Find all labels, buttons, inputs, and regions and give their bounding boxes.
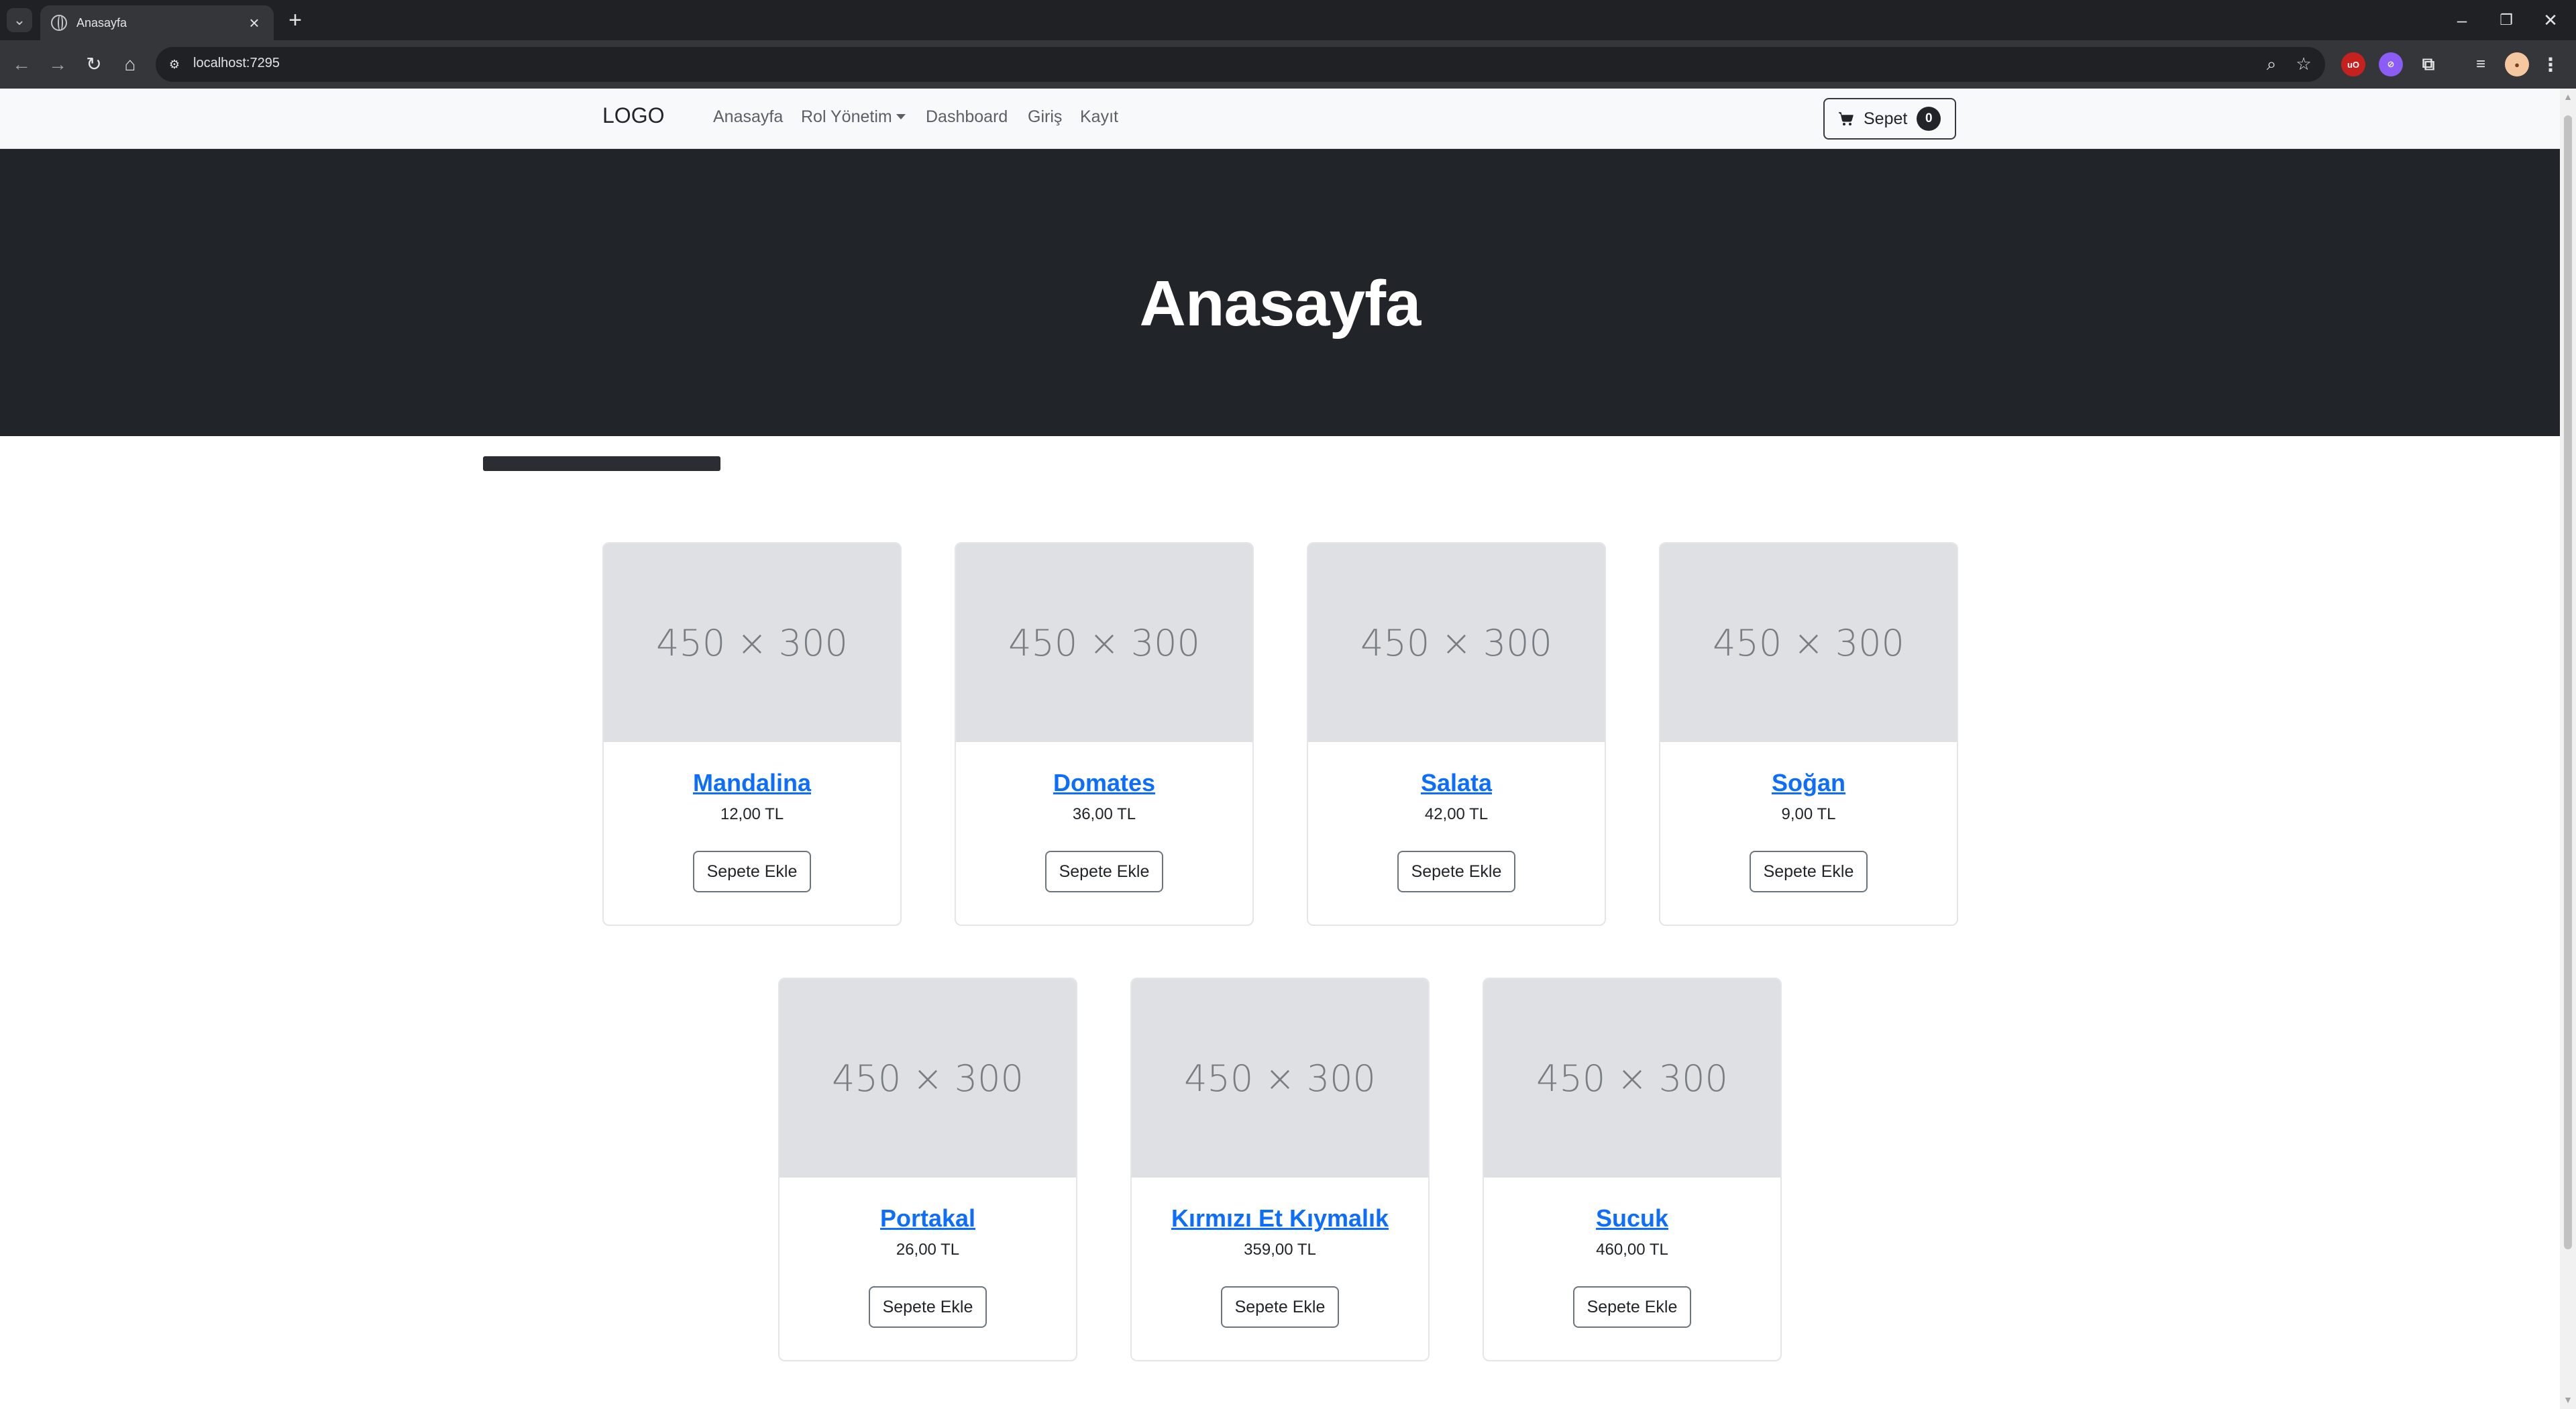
add-to-cart-button[interactable]: Sepete Ekle	[1573, 1286, 1691, 1328]
product-card: 450 × 300 Portakal 26,00 TL Sepete Ekle	[778, 978, 1077, 1361]
scroll-down-arrow-icon[interactable]: ▼	[2563, 1394, 2573, 1405]
nav-link-home[interactable]: Anasayfa	[713, 107, 783, 127]
add-to-cart-button[interactable]: Sepete Ekle	[1397, 851, 1515, 892]
add-to-cart-button[interactable]: Sepete Ekle	[869, 1286, 987, 1328]
back-arrow-icon[interactable]: ←	[8, 51, 35, 78]
add-to-cart-button[interactable]: Sepete Ekle	[1221, 1286, 1339, 1328]
kebab-menu-icon[interactable]: ⋮	[2538, 52, 2563, 76]
address-bar[interactable]: ⚙ localhost:7295 ⌕ ☆	[156, 47, 2325, 82]
bookmark-star-icon[interactable]: ☆	[2293, 54, 2314, 74]
home-icon[interactable]: ⌂	[117, 51, 144, 78]
product-title-link[interactable]: Mandalina	[604, 769, 900, 797]
cart-button[interactable]: Sepet 0	[1823, 98, 1956, 140]
forward-arrow-icon[interactable]: →	[44, 51, 71, 78]
product-image-placeholder: 450 × 300	[1660, 543, 1957, 742]
product-title-link[interactable]: Sucuk	[1484, 1204, 1780, 1233]
product-title-link[interactable]: Portakal	[780, 1204, 1076, 1233]
tab-search-chevron-icon[interactable]: ⌄	[7, 8, 32, 32]
site-navbar: LOGO Anasayfa Rol Yönetim Dashboard Giri…	[0, 89, 2560, 149]
hero-section: Anasayfa	[0, 149, 2560, 471]
product-image-placeholder: 450 × 300	[956, 543, 1252, 742]
product-image-placeholder: 450 × 300	[1132, 979, 1428, 1178]
zoom-icon[interactable]: ⌕	[2261, 54, 2282, 75]
tab-title: Anasayfa	[76, 15, 127, 30]
scroll-up-arrow-icon[interactable]: ▲	[2563, 91, 2573, 102]
hero-faint-bar	[483, 456, 720, 471]
product-title-link[interactable]: Soğan	[1660, 769, 1957, 797]
product-card: 450 × 300 Mandalina 12,00 TL Sepete Ekle	[602, 542, 902, 926]
product-title-link[interactable]: Salata	[1308, 769, 1605, 797]
product-card: 450 × 300 Domates 36,00 TL Sepete Ekle	[955, 542, 1254, 926]
product-title-link[interactable]: Kırmızı Et Kıymalık	[1132, 1204, 1428, 1233]
product-image-placeholder: 450 × 300	[1484, 979, 1780, 1178]
product-image-placeholder: 450 × 300	[604, 543, 900, 742]
caret-down-icon	[896, 114, 906, 119]
product-card: 450 × 300 Salata 42,00 TL Sepete Ekle	[1307, 542, 1606, 926]
product-card: 450 × 300 Kırmızı Et Kıymalık 359,00 TL Sep…	[1130, 978, 1430, 1361]
nav-link-login[interactable]: Giriş	[1028, 107, 1062, 127]
extensions-puzzle-icon[interactable]: ⧉	[2416, 52, 2440, 76]
page-title: Anasayfa	[1139, 268, 1421, 340]
product-image-placeholder: 450 × 300	[1308, 543, 1605, 742]
site-info-icon[interactable]: ⚙	[165, 55, 184, 74]
nav-dropdown-roles-label: Rol Yönetim	[801, 107, 892, 126]
extension-icon[interactable]: ⊘	[2379, 52, 2403, 76]
add-to-cart-button[interactable]: Sepete Ekle	[693, 851, 811, 892]
product-card: 450 × 300 Sucuk 460,00 TL Sepete Ekle	[1483, 978, 1782, 1361]
reload-icon[interactable]: ↻	[80, 51, 107, 78]
product-image-placeholder: 450 × 300	[780, 979, 1076, 1178]
minimize-icon[interactable]: –	[2442, 4, 2482, 36]
product-price: 36,00 TL	[1072, 805, 1136, 823]
media-control-icon[interactable]: ≡	[2469, 52, 2493, 76]
add-to-cart-button[interactable]: Sepete Ekle	[1045, 851, 1163, 892]
browser-toolbar: ← → ↻ ⌂ ⚙ localhost:7295 ⌕ ☆ uO ⊘ ⧉ ≡ ● …	[0, 40, 2576, 89]
page-viewport: LOGO Anasayfa Rol Yönetim Dashboard Giri…	[0, 89, 2560, 1409]
nav-link-dashboard[interactable]: Dashboard	[926, 107, 1008, 127]
product-title-link[interactable]: Domates	[956, 769, 1252, 797]
product-price: 12,00 TL	[720, 805, 784, 823]
extension-ublock-icon[interactable]: uO	[2341, 52, 2365, 76]
globe-icon	[51, 15, 67, 31]
window-close-icon[interactable]: ✕	[2530, 4, 2571, 36]
product-card: 450 × 300 Soğan 9,00 TL Sepete Ekle	[1659, 542, 1958, 926]
product-price: 460,00 TL	[1596, 1241, 1668, 1259]
product-price: 359,00 TL	[1244, 1241, 1316, 1259]
restore-icon[interactable]: ❐	[2486, 4, 2526, 36]
page-scrollbar[interactable]: ▲ ▼	[2560, 89, 2576, 1409]
tab-close-icon[interactable]: ×	[244, 13, 264, 34]
new-tab-plus-icon[interactable]: +	[282, 7, 309, 34]
browser-tabstrip: ⌄ Anasayfa × + – ❐ ✕	[0, 0, 2576, 40]
profile-avatar[interactable]: ●	[2505, 52, 2529, 76]
nav-dropdown-roles[interactable]: Rol Yönetim	[801, 107, 906, 127]
scrollbar-thumb[interactable]	[2564, 115, 2572, 1249]
browser-tab[interactable]: Anasayfa ×	[40, 5, 274, 40]
product-price: 9,00 TL	[1781, 805, 1836, 823]
brand-logo[interactable]: LOGO	[602, 103, 664, 128]
cart-count-badge: 0	[1917, 107, 1941, 131]
cart-icon	[1839, 112, 1854, 125]
url-text[interactable]: localhost:7295	[193, 56, 280, 71]
add-to-cart-button[interactable]: Sepete Ekle	[1750, 851, 1868, 892]
cart-label: Sepet	[1864, 109, 1908, 128]
product-price: 26,00 TL	[896, 1241, 960, 1259]
product-price: 42,00 TL	[1424, 805, 1489, 823]
nav-link-register[interactable]: Kayıt	[1080, 107, 1118, 127]
